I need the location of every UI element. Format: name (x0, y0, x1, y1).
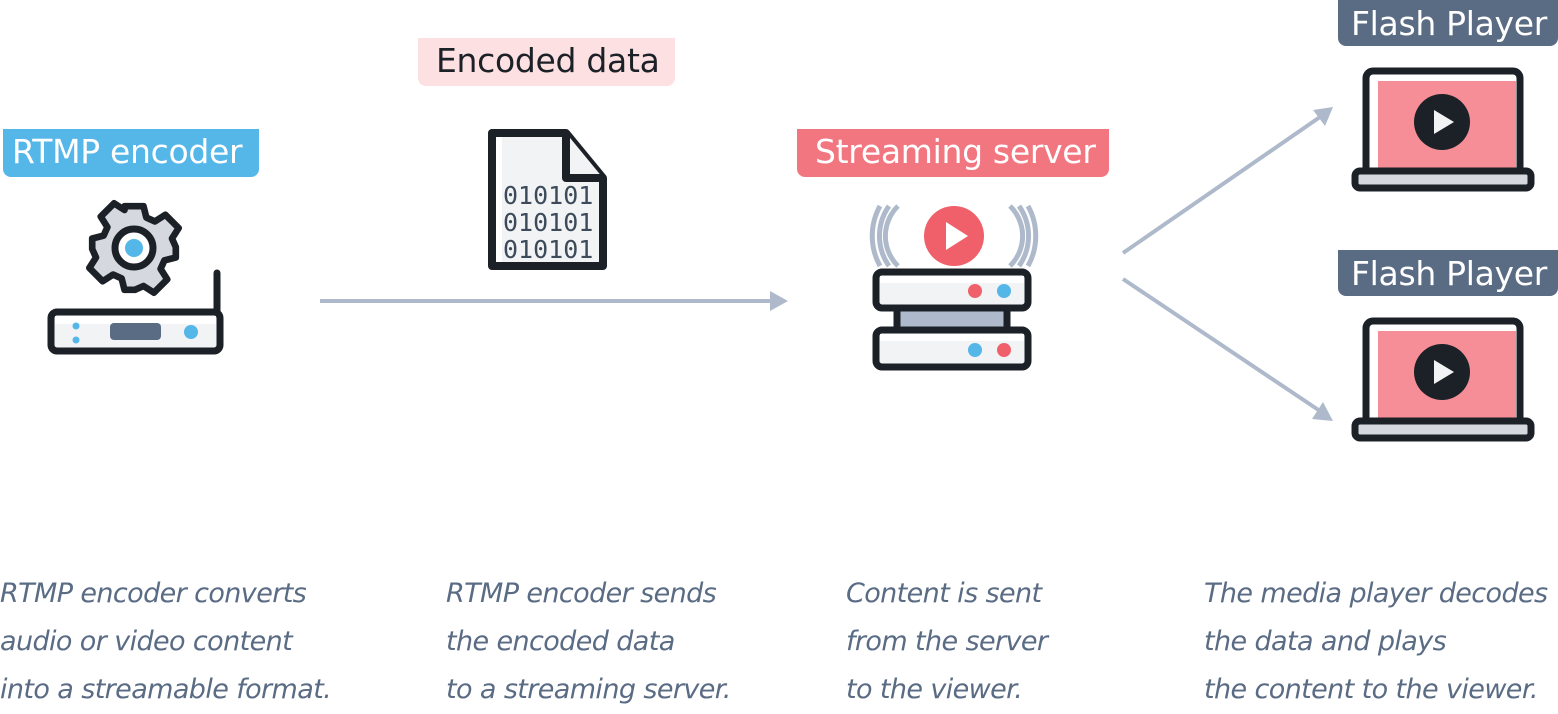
file-line: 010101 (503, 208, 593, 237)
caption-line: the encoded data (446, 626, 675, 657)
gear-router-icon (47, 200, 224, 355)
caption-line: Content is sent (846, 578, 1042, 609)
caption-line: into a streamable format. (0, 674, 332, 705)
encoder-label: RTMP encoder (3, 129, 259, 177)
binary-file-icon: 010101 010101 010101 (488, 129, 607, 270)
caption-line: RTMP encoder sends (446, 578, 717, 609)
file-line: 010101 (503, 181, 593, 210)
caption-encoder: RTMP encoder converts audio or video con… (0, 570, 332, 714)
play-icon (924, 206, 984, 266)
encoded-data-label: Encoded data (418, 38, 675, 86)
streaming-server-icon (869, 204, 1039, 371)
gear-icon (86, 200, 182, 296)
arrow-encoder-to-server (320, 291, 788, 311)
caption-server: Content is sent from the server to the v… (846, 570, 1048, 714)
caption-line: audio or video content (0, 626, 293, 657)
caption-line: The media player decodes (1204, 578, 1548, 609)
flash-player-label: Flash Player (1338, 0, 1558, 46)
caption-line: to the viewer. (846, 674, 1023, 705)
caption-line: RTMP encoder converts (0, 578, 307, 609)
laptop-play-icon (1351, 67, 1535, 192)
caption-line: the content to the viewer. (1204, 674, 1538, 705)
caption-line: the data and plays (1204, 626, 1447, 657)
streaming-server-label: Streaming server (797, 129, 1109, 177)
caption-encoded-data: RTMP encoder sends the encoded data to a… (446, 570, 731, 714)
file-line: 010101 (503, 235, 593, 264)
flash-player-label: Flash Player (1338, 250, 1558, 296)
caption-player: The media player decodes the data and pl… (1204, 570, 1548, 714)
caption-line: from the server (846, 626, 1048, 657)
arrow-server-to-player-2 (1121, 277, 1333, 421)
laptop-play-icon (1351, 317, 1535, 442)
caption-line: to a streaming server. (446, 674, 731, 705)
arrow-server-to-player-1 (1121, 107, 1333, 255)
